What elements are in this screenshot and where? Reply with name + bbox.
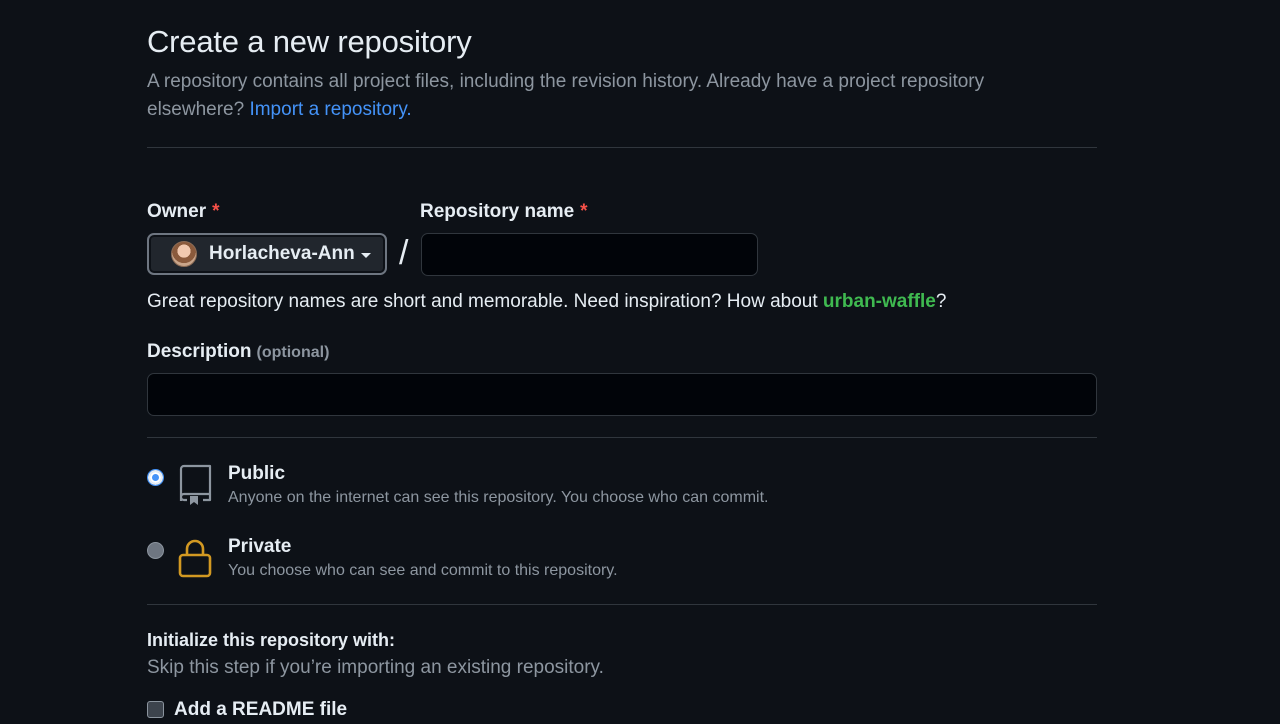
- required-mark: *: [580, 201, 588, 222]
- initialize-subtitle: Skip this step if you’re importing an ex…: [147, 657, 604, 678]
- owner-dropdown[interactable]: Horlacheva-Ann: [147, 233, 387, 275]
- initialize-title: Initialize this repository with:: [147, 630, 396, 650]
- page-title: Create a new repository: [147, 24, 472, 59]
- owner-label: Owner *: [147, 201, 220, 223]
- repo-icon: [179, 464, 212, 505]
- public-description: Anyone on the internet can see this repo…: [228, 489, 769, 506]
- required-mark: *: [212, 201, 220, 222]
- readme-label[interactable]: Add a README file: [174, 699, 347, 721]
- owner-label-text: Owner: [147, 201, 207, 222]
- repository-name-input[interactable]: [421, 233, 758, 276]
- divider: [147, 147, 1097, 148]
- avatar: [171, 241, 197, 267]
- public-title: Public: [228, 463, 286, 484]
- description-label: Description (optional): [147, 341, 329, 363]
- divider: [147, 437, 1097, 438]
- private-description: You choose who can see and commit to thi…: [228, 562, 618, 579]
- private-radio[interactable]: [147, 542, 164, 559]
- hint-text: Great repository names are short and mem…: [147, 291, 823, 312]
- import-repository-link[interactable]: Import a repository.: [249, 99, 411, 120]
- divider: [147, 604, 1097, 605]
- repository-name-hint: Great repository names are short and mem…: [147, 291, 946, 313]
- readme-checkbox[interactable]: [147, 701, 164, 718]
- page-subtitle: A repository contains all project files,…: [147, 68, 1047, 124]
- hint-suffix: ?: [935, 291, 947, 312]
- repository-name-label-text: Repository name: [420, 201, 575, 222]
- optional-tag: (optional): [256, 344, 330, 361]
- description-label-text: Description: [147, 341, 252, 362]
- public-radio[interactable]: [147, 469, 164, 486]
- lock-icon: [178, 539, 212, 578]
- repository-name-label: Repository name *: [420, 201, 588, 223]
- private-title: Private: [228, 536, 292, 557]
- suggested-name-link[interactable]: urban-waffle: [823, 291, 936, 312]
- description-input[interactable]: [147, 373, 1097, 416]
- owner-repo-separator: /: [399, 234, 409, 272]
- page: Create a new repository A repository con…: [0, 0, 1280, 724]
- owner-name: Horlacheva-Ann: [209, 243, 355, 264]
- caret-down-icon: [360, 252, 371, 258]
